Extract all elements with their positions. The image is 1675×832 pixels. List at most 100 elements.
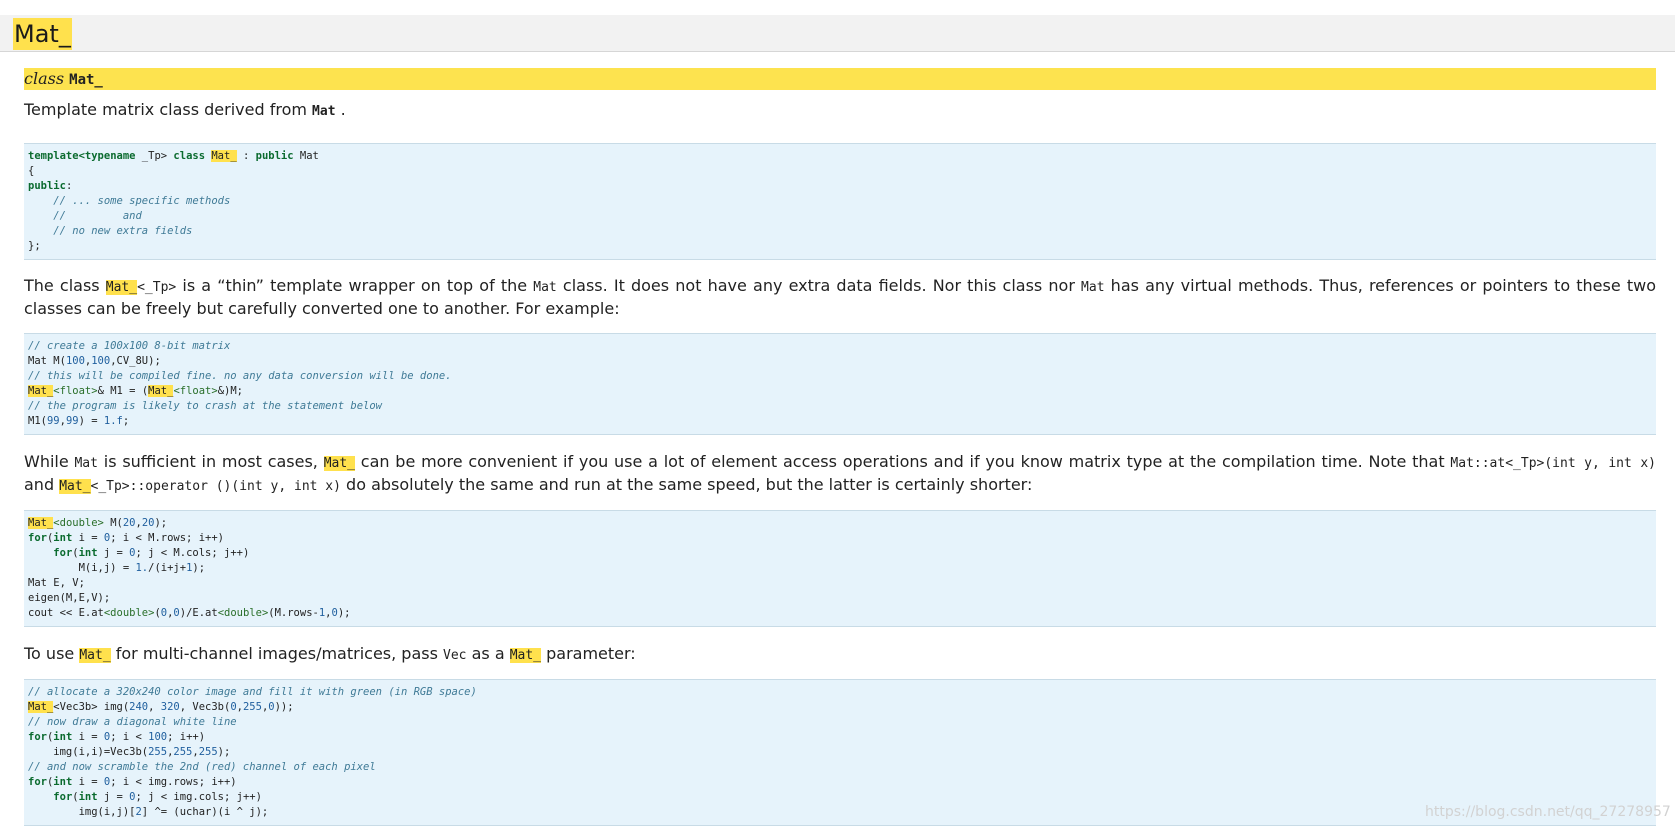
code-line: // now draw a diagonal white line: [28, 715, 1652, 730]
code-token: )/E.at: [179, 607, 218, 619]
inline-code: Mat_: [105, 280, 138, 295]
text-span: While: [24, 452, 75, 471]
inline-code: Vec: [443, 648, 467, 663]
code-token: Mat M(: [28, 355, 66, 367]
code-token: typename: [84, 150, 136, 162]
code-token: :: [236, 150, 256, 162]
code-token: public: [255, 150, 294, 162]
inline-code: Mat::at<_Tp>(int y, int x): [1450, 456, 1657, 471]
code-token: j =: [97, 791, 130, 803]
class-keyword: class: [24, 69, 65, 88]
code-line: for(int j = 0; j < M.cols; j++): [28, 546, 1652, 561]
code-line: for(int i = 0; i < 100; i++): [28, 730, 1652, 745]
inline-code: <_Tp>::operator ()(int y, int x): [90, 479, 341, 494]
code-token: ; i <: [110, 731, 149, 743]
code-token: eigen(M,E,V);: [28, 592, 111, 604]
code-line: M(i,j) = 1./(i+j+1);: [28, 561, 1652, 576]
code-token: for: [53, 791, 73, 803]
code-line: M1(99,99) = 1.f;: [28, 414, 1652, 429]
title-bar: [0, 15, 1675, 52]
code-token: :: [65, 180, 73, 192]
code-token: i =: [72, 532, 104, 544]
code-token: int: [53, 776, 73, 788]
code-token: ; j < img.cols; j++): [135, 791, 262, 803]
code-token: // now draw a diagonal white line: [28, 716, 237, 728]
code-token: template<: [28, 150, 85, 162]
code-line: public:: [28, 179, 1652, 194]
code-token: );: [337, 607, 351, 619]
code-token: 255: [198, 746, 218, 758]
code-token: i =: [72, 776, 104, 788]
code-token: <float>: [53, 385, 98, 397]
code-token: _Tp>: [135, 150, 174, 162]
text-span: class. It does not have any extra data f…: [556, 276, 1082, 295]
intro-code: Mat: [312, 104, 336, 119]
inline-code: <_Tp>: [137, 280, 177, 295]
code-token: int: [78, 547, 98, 559]
code-token: 20: [141, 517, 155, 529]
page-title: Mat_: [13, 18, 72, 50]
multichannel-paragraph: To use Mat_ for multi-channel images/mat…: [24, 643, 1656, 666]
code-token: ] ^= (uchar)(i ^ j);: [141, 806, 269, 818]
inline-code: Mat: [1081, 280, 1105, 295]
text-span: The class: [24, 276, 106, 295]
code-line: // this will be compiled fine. no any da…: [28, 369, 1652, 384]
code-token: // the program is likely to crash at the…: [28, 400, 383, 412]
code-block-cast-example: // create a 100x100 8-bit matrix Mat M(10…: [24, 333, 1656, 435]
code-token: ;: [122, 415, 130, 427]
code-token: int: [78, 791, 98, 803]
convenience-paragraph: While Mat is sufficient in most cases, M…: [24, 451, 1656, 497]
code-token: ));: [274, 701, 294, 713]
code-token: ; i < img.rows; i++): [110, 776, 237, 788]
text-span: as a: [466, 644, 510, 663]
code-token: img(i,i)=Vec3b(: [28, 746, 149, 758]
code-token: 255: [242, 701, 262, 713]
code-token: ; i < M.rows; i++): [110, 532, 224, 544]
code-line: // and: [28, 209, 1652, 224]
code-line: for(int i = 0; i < img.rows; i++): [28, 775, 1652, 790]
code-line: Mat E, V;: [28, 576, 1652, 591]
code-token: M(: [103, 517, 123, 529]
code-token: <Vec3b> img(: [53, 701, 130, 713]
text-span: To use: [24, 644, 80, 663]
code-token: 20: [122, 517, 136, 529]
code-token: Mat_: [148, 385, 174, 397]
intro-paragraph: Template matrix class derived from Mat .: [24, 99, 1656, 122]
code-line: img(i,j)[2] ^= (uchar)(i ^ j);: [28, 805, 1652, 820]
code-line: Mat M(100,100,CV_8U);: [28, 354, 1652, 369]
code-token: // this will be compiled fine. no any da…: [28, 370, 452, 382]
code-token: Mat_: [28, 701, 54, 713]
code-block-eigen-example: Mat_<double> M(20,20); for(int i = 0; i <…: [24, 510, 1656, 627]
code-token: );: [217, 746, 231, 758]
code-line: for(int j = 0; j < img.cols; j++): [28, 790, 1652, 805]
code-token: 100: [148, 731, 168, 743]
thin-wrapper-paragraph: The class Mat_<_Tp> is a “thin” template…: [24, 275, 1656, 319]
inline-code: Mat_: [509, 648, 542, 663]
code-token: 99: [46, 415, 60, 427]
code-token: <double>: [217, 607, 269, 619]
code-line: };: [28, 239, 1652, 254]
code-token: i =: [72, 731, 104, 743]
code-line: for(int i = 0; i < M.rows; i++): [28, 531, 1652, 546]
code-token: 99: [65, 415, 79, 427]
text-span: and: [24, 475, 60, 494]
code-block-class-def: template<typename _Tp> class Mat_ : publ…: [24, 143, 1656, 260]
code-token: int: [53, 731, 73, 743]
code-token: for: [28, 731, 47, 743]
code-line: {: [28, 164, 1652, 179]
text-span: for multi-channel images/matrices, pass: [110, 644, 444, 663]
code-token: );: [154, 517, 168, 529]
code-token: j =: [97, 547, 130, 559]
code-token: for: [28, 776, 47, 788]
code-line: img(i,i)=Vec3b(255,255,255);: [28, 745, 1652, 760]
code-token: M(i,j) =: [28, 562, 136, 574]
code-token: /(i+j+: [148, 562, 187, 574]
watermark: https://blog.csdn.net/qq_27278957: [1425, 804, 1671, 820]
code-token: <double>: [53, 517, 104, 529]
code-token: };: [28, 240, 41, 252]
text-span: parameter:: [541, 644, 636, 663]
code-line: // and now scramble the 2nd (red) channe…: [28, 760, 1652, 775]
inline-code: Mat_: [59, 479, 91, 494]
